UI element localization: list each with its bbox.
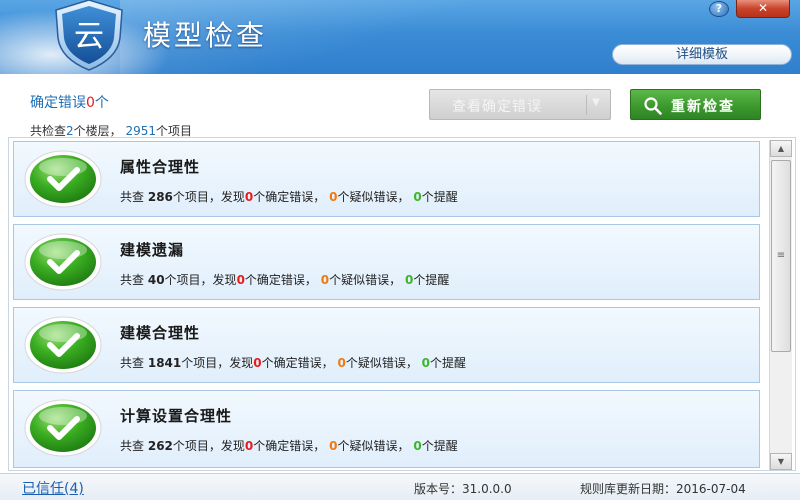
scope-prefix: 共检查: [30, 124, 67, 138]
stat-prefix: 共查: [120, 439, 145, 453]
check-card-calc-settings[interactable]: 计算设置合理性 共查 262个项目，发现0个确定错误， 0个疑似错误， 0个提醒: [13, 390, 760, 468]
grip-icon: ≡: [776, 250, 786, 261]
version-label: 版本号：31.0.0.0: [414, 482, 512, 496]
check-stats: 共查 262个项目，发现0个确定错误， 0个疑似错误， 0个提醒: [120, 437, 458, 454]
view-definite-errors-dropdown[interactable]: 查看确定错误 ▼: [429, 89, 611, 120]
stat-definite-label: 个确定错误，: [261, 356, 334, 370]
stat-definite: 0: [236, 273, 245, 287]
stat-suspect: 0: [337, 356, 346, 370]
check-card-omission[interactable]: 建模遗漏 共查 40个项目，发现0个确定错误， 0个疑似错误， 0个提醒: [13, 224, 760, 300]
stat-definite-label: 个确定错误，: [253, 439, 326, 453]
definite-errors-prefix: 确定错误: [30, 95, 86, 111]
stat-items-found: 个项目，发现: [172, 439, 245, 453]
vertical-scrollbar[interactable]: ▲ ≡ ▼: [769, 140, 792, 470]
rule-library-date: 规则库更新日期：2016-07-04: [580, 482, 746, 496]
recheck-button[interactable]: 重新检查: [630, 89, 761, 120]
recheck-label: 重新检查: [671, 99, 735, 115]
stat-suspect-label: 个疑似错误，: [337, 190, 410, 204]
window-title: 模型检查: [143, 19, 268, 52]
stat-suspect-label: 个疑似错误，: [329, 273, 402, 287]
stat-reminder: 0: [413, 190, 422, 204]
stat-reminder-label: 个提醒: [413, 273, 450, 287]
definite-errors-count: 0: [86, 95, 95, 111]
check-stats: 共查 286个项目，发现0个确定错误， 0个疑似错误， 0个提醒: [120, 188, 458, 205]
stat-definite: 0: [253, 356, 262, 370]
trusted-link[interactable]: 已信任(4): [22, 478, 84, 498]
stat-prefix: 共查: [120, 190, 145, 204]
stat-reminder-label: 个提醒: [421, 439, 458, 453]
check-stats: 共查 40个项目，发现0个确定错误， 0个疑似错误， 0个提醒: [120, 271, 449, 288]
view-errors-label: 查看确定错误: [452, 99, 542, 115]
check-title: 属性合理性: [120, 158, 201, 176]
stat-prefix: 共查: [120, 356, 145, 370]
stat-suspect: 0: [320, 273, 330, 287]
check-title: 计算设置合理性: [120, 407, 233, 425]
stat-items-found: 个项目，发现: [164, 273, 237, 287]
definite-errors-suffix: 个: [94, 95, 109, 111]
stat-suspect-label: 个疑似错误，: [345, 356, 418, 370]
check-title: 建模合理性: [120, 324, 201, 342]
stat-reminder: 0: [421, 356, 431, 370]
stat-reminder-label: 个提醒: [421, 190, 458, 204]
magnifier-icon: [644, 97, 662, 115]
stat-definite-label: 个确定错误，: [244, 273, 317, 287]
check-circle-icon: [24, 233, 102, 291]
help-button[interactable]: ?: [709, 1, 729, 17]
scroll-down-button[interactable]: ▼: [770, 453, 792, 470]
stat-prefix: 共查: [120, 273, 145, 287]
scroll-up-button[interactable]: ▲: [770, 140, 792, 157]
check-circle-icon: [24, 150, 102, 208]
stat-items-found: 个项目，发现: [181, 356, 254, 370]
check-circle-icon: [24, 399, 102, 457]
check-title: 建模遗漏: [120, 241, 185, 259]
check-card-modeling[interactable]: 建模合理性 共查 1841个项目，发现0个确定错误， 0个疑似错误， 0个提醒: [13, 307, 760, 383]
stat-definite-label: 个确定错误，: [253, 190, 326, 204]
logo-char: 云: [74, 19, 104, 54]
stat-total: 1841: [147, 356, 182, 370]
check-circle-icon: [24, 316, 102, 374]
stat-total: 262: [147, 439, 173, 453]
stat-suspect-label: 个疑似错误，: [337, 439, 410, 453]
stat-total: 286: [147, 190, 173, 204]
stat-total: 40: [147, 273, 165, 287]
check-card-attribute[interactable]: 属性合理性 共查 286个项目，发现0个确定错误， 0个疑似错误， 0个提醒: [13, 141, 760, 217]
items-suffix: 个项目: [156, 124, 193, 138]
scroll-thumb[interactable]: ≡: [771, 160, 791, 352]
stat-reminder-label: 个提醒: [430, 356, 467, 370]
detail-template-button[interactable]: 详细模板: [612, 44, 792, 65]
status-bar: 已信任(4) 版本号：31.0.0.0 规则库更新日期：2016-07-04: [0, 473, 800, 500]
caret-down-icon[interactable]: ▼: [592, 97, 601, 108]
check-stats: 共查 1841个项目，发现0个确定错误， 0个疑似错误， 0个提醒: [120, 354, 466, 371]
stat-items-found: 个项目，发现: [172, 190, 245, 204]
dropdown-divider: [586, 95, 587, 115]
floor-count: 2: [66, 124, 74, 138]
shield-icon: 云: [55, 0, 123, 71]
floors-suffix: 个楼层，: [73, 124, 122, 138]
item-count: 2951: [125, 124, 157, 138]
close-button[interactable]: ✕: [736, 0, 790, 18]
definite-errors-summary: 确定错误0个: [30, 92, 109, 112]
stat-reminder: 0: [413, 439, 422, 453]
title-bar: 云 模型检查 ? ✕ 详细模板: [0, 0, 800, 74]
